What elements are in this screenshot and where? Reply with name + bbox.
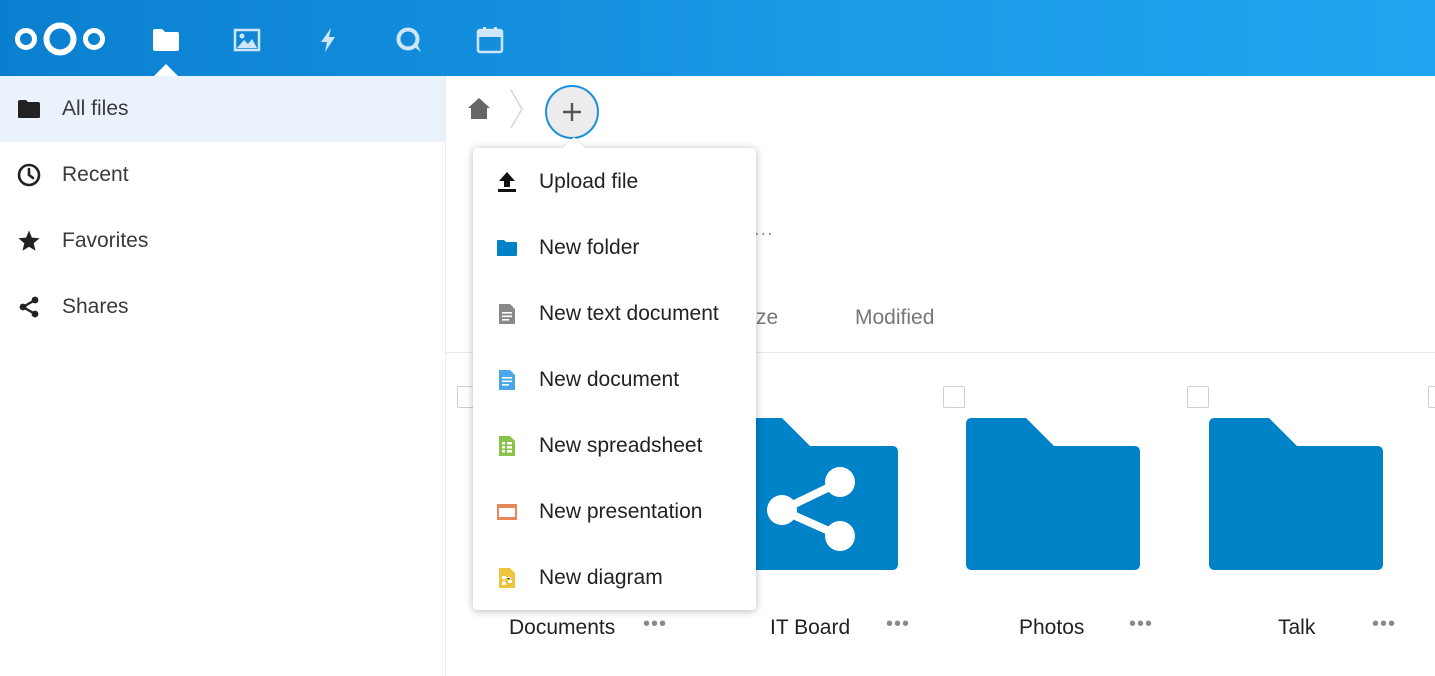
clock-icon [16,162,42,188]
menu-item-label: Upload file [539,170,639,193]
files-app-icon[interactable] [146,20,186,60]
menu-item-new-presentation[interactable]: New presentation [473,480,756,546]
folder-icon[interactable] [966,418,1142,577]
document-icon [495,368,519,392]
menu-caret [563,137,585,148]
more-actions-icon[interactable]: ••• [1372,613,1396,636]
folder-icon[interactable] [1209,418,1385,577]
spreadsheet-icon [495,434,519,458]
sidebar-item-label: Favorites [62,229,149,252]
star-icon [16,228,42,254]
sidebar-item-recent[interactable]: Recent [0,142,445,208]
text-document-icon [495,302,519,326]
more-actions-icon[interactable]: ••• [1129,613,1153,636]
sidebar-item-all-files[interactable]: All files [0,76,445,142]
home-icon[interactable] [466,96,492,122]
sidebar-item-label: Shares [62,295,129,318]
talk-app-icon[interactable] [389,20,429,60]
photos-app-icon[interactable] [227,20,267,60]
menu-item-label: New spreadsheet [539,434,703,457]
share-icon [16,294,42,320]
menu-item-upload-file[interactable]: Upload file [473,150,756,216]
menu-item-new-document[interactable]: New document [473,348,756,414]
menu-item-new-spreadsheet[interactable]: New spreadsheet [473,414,756,480]
menu-item-label: New document [539,368,680,391]
sidebar-item-label: All files [62,97,129,120]
top-header [0,0,1435,76]
sidebar-item-label: Recent [62,163,129,186]
file-name[interactable]: IT Board [770,616,850,640]
file-name[interactable]: Talk [1278,616,1315,640]
menu-item-new-text-document[interactable]: New text document [473,282,756,348]
diagram-icon [495,566,519,590]
menu-item-label: New diagram [539,566,663,589]
truncated-text: ... [754,218,774,240]
more-actions-icon[interactable]: ••• [643,613,667,636]
presentation-icon [495,500,519,524]
sidebar-item-favorites[interactable]: Favorites [0,208,445,274]
file-checkbox[interactable] [1187,386,1209,408]
menu-item-new-diagram[interactable]: New diagram [473,546,756,612]
app-navigation: All files Recent Favorites Shares [0,76,446,676]
plus-icon [561,101,583,123]
file-name[interactable]: Documents [509,616,615,640]
column-header-modified[interactable]: Modified [855,306,934,330]
sidebar-item-shares[interactable]: Shares [0,274,445,340]
column-header-size[interactable]: ze [756,306,778,330]
folder-icon [16,96,42,122]
active-app-indicator [154,64,178,76]
file-name[interactable]: Photos [1019,616,1084,640]
upload-icon [495,170,519,194]
file-checkbox[interactable] [1428,386,1435,408]
folder-icon [495,236,519,260]
menu-item-new-folder[interactable]: New folder [473,216,756,282]
activity-app-icon[interactable] [308,20,348,60]
file-checkbox[interactable] [943,386,965,408]
menu-item-label: New presentation [539,500,703,523]
new-file-button[interactable] [545,85,599,139]
calendar-app-icon[interactable] [470,20,510,60]
more-actions-icon[interactable]: ••• [886,613,910,636]
nextcloud-logo-icon[interactable] [12,22,108,56]
menu-item-label: New folder [539,236,640,259]
breadcrumb-separator-icon [508,88,526,130]
menu-item-label: New text document [539,302,719,325]
